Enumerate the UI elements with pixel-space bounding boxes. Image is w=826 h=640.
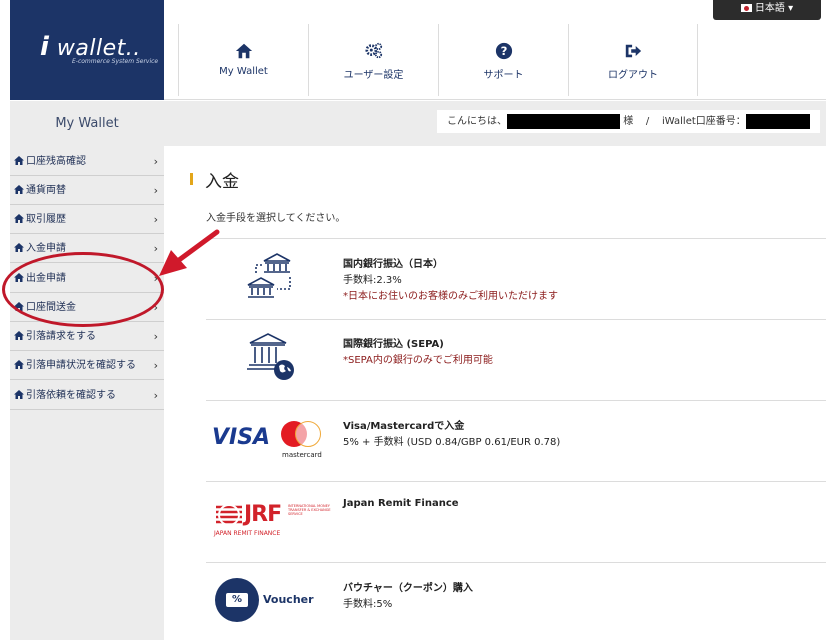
redacted-username [507,113,620,129]
home-icon [14,360,24,369]
sidebar-item-balance[interactable]: 口座残高確認 › [10,147,164,176]
nav-label: My Wallet [219,66,268,77]
jrf-logo: JRF INTERNATIONAL MONEY TRANSFER & EXCHA… [214,502,331,537]
voucher-logo: % Voucher [215,578,315,624]
redacted-account-number [745,113,810,129]
sign-out-icon [625,44,642,58]
home-icon [235,43,252,59]
sidebar-item-debit-status[interactable]: 引落申請状況を確認する › [10,351,164,380]
annotation-arrow-icon [159,229,220,276]
home-icon [14,243,24,252]
annotation-ellipse [2,252,164,327]
method-name: 国内銀行振込（日本） [343,259,443,270]
home-icon [14,185,24,194]
instruction-text: 入金手段を選択してください。 [206,213,346,224]
chevron-right-icon: › [153,155,158,168]
home-icon [14,156,24,165]
sidebar-item-debit-confirm[interactable]: 引落依頼を確認する › [10,381,164,410]
method-note: *SEPA内の銀行のみでご利用可能 [343,355,493,366]
sidebar-item-history[interactable]: 取引履歴 › [10,205,164,234]
method-fee: 5% + 手数料 (USD 0.84/GBP 0.61/EUR 0.78) [343,437,561,448]
method-fee: 手数料:2.3% [343,275,402,286]
logo[interactable]: i wallet.. E-commerce System Service [10,0,164,100]
greeting-separator: / [645,116,650,127]
greeting-hello: こんにちは、 [447,116,507,127]
divider [206,400,826,401]
page: i wallet.. E-commerce System Service My … [0,0,826,640]
nav-support[interactable]: ? サポート [438,24,568,96]
nav-label: ログアウト [608,70,658,81]
divider [206,319,826,320]
divider [206,562,826,563]
nav-label: サポート [483,70,524,81]
method-name: 国際銀行振込 (SEPA) [343,339,444,350]
japan-flag-icon [740,4,752,12]
page-title: 入金 [205,172,239,192]
chevron-right-icon: › [153,330,158,343]
method-note: *日本にお住いのお客様のみご利用いただけます [343,291,558,302]
account-label: iWallet口座番号： [662,116,746,127]
greeting-suffix: 様 [623,116,634,127]
language-selector[interactable]: 日本語 ▾ [713,0,821,20]
method-fee: 手数料:5% [343,599,393,610]
chevron-right-icon: › [153,359,158,372]
question-icon: ? [495,42,512,60]
logo-subtitle: E-commerce System Service [72,58,159,65]
nav-logout[interactable]: ログアウト [568,24,698,96]
divider [206,481,826,482]
home-icon [14,214,24,223]
method-name: バウチャー（クーポン）購入 [343,583,473,594]
visa-mastercard-logo: VISA mastercard [212,420,334,462]
bank-globe-icon [247,333,294,380]
home-icon [14,331,24,340]
nav-user-settings[interactable]: ユーザー設定 [308,24,438,96]
nav-label: ユーザー設定 [343,70,404,81]
sidebar-title: My Wallet [55,116,119,131]
method-name: Visa/Mastercardで入金 [343,421,465,432]
sidebar-item-exchange[interactable]: 通貨両替 › [10,176,164,205]
svg-text:?: ? [500,44,507,58]
divider [206,238,826,239]
title-accent-bar [190,173,193,185]
gears-icon [364,42,382,59]
chevron-right-icon: › [153,389,158,402]
home-icon [14,390,24,399]
greeting-box: こんにちは、 様 / iWallet口座番号： [437,110,820,133]
method-name: Japan Remit Finance [343,498,459,509]
chevron-right-icon: › [153,184,158,197]
bank-transfer-icon [247,253,291,298]
nav-my-wallet[interactable]: My Wallet [178,24,308,96]
